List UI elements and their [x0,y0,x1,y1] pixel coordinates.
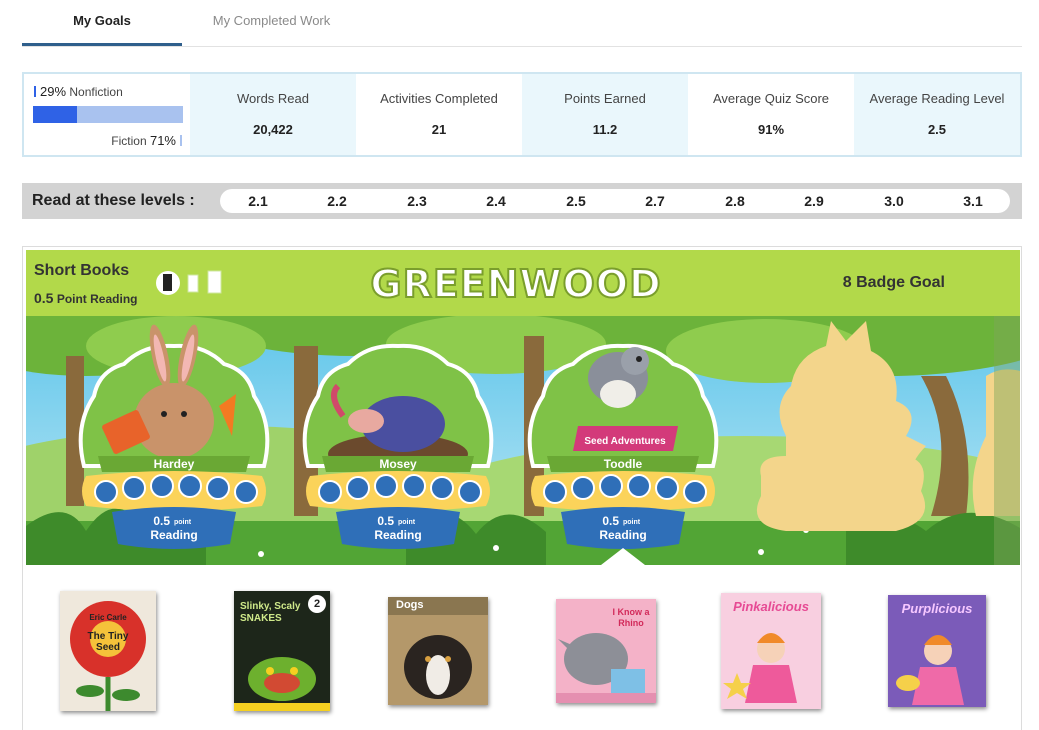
level-badge: 2 [308,595,326,613]
level-item: 2.5 [566,193,586,209]
badge-panel: Short Books 0.5 Point Reading GREENWOOD … [22,246,1022,730]
badge-points-unit: point [398,519,416,526]
tab-my-goals[interactable]: My Goals [22,0,182,46]
book-title: Purplicious [901,601,973,616]
stat-label: Average Quiz Score [712,91,830,106]
level-item: 2.4 [486,193,506,209]
book-purplicious[interactable]: Purplicious [888,595,986,707]
book-title: Dogs [396,599,424,611]
stat-label: Average Reading Level [869,91,1005,106]
stat-activities-completed: Activities Completed 21 [356,74,522,155]
badge-name: Mosey [379,457,417,471]
stat-label: Words Read [236,91,309,106]
panel-points: 0.5 Point Reading [34,290,138,306]
world-title: GREENWOOD GLEN [369,261,662,363]
fiction-label: Fiction 71% [111,133,182,148]
badge-name: Toodle [604,457,643,471]
book-cover-art [388,597,488,705]
reading-levels-title: Read at these levels : [32,192,195,209]
stat-value: 2.5 [927,122,947,137]
book-title: I Know a Rhino [612,607,650,628]
reading-levels-pill: 2.1 2.2 2.3 2.4 2.5 2.7 2.8 2.9 3.0 3.1 [220,189,1010,213]
stat-value: 91% [757,122,785,137]
stats-bar: 29% Nonfiction Fiction 71% Words Read 20… [22,72,1022,157]
badge-name: Hardey [154,457,195,471]
badge-points-unit: point [623,519,641,526]
stat-average-quiz-score: Average Quiz Score 91% [688,74,854,155]
reading-levels-bar: Read at these levels : 2.1 2.2 2.3 2.4 2… [22,183,1022,219]
stat-value: 11.2 [592,122,618,137]
genre-ratio: 29% Nonfiction Fiction 71% [24,74,190,155]
book-list: Eric Carle The Tiny Seed Slinky, Scaly S… [26,567,1020,730]
scroll-right-handle[interactable] [994,316,1020,565]
badge-points: 0.5 [602,514,619,528]
book-slinky-scaly-snakes[interactable]: Slinky, Scaly SNAKES 2 [234,591,330,711]
badge-points-unit: point [174,519,192,526]
nonfiction-label: 29% Nonfiction [34,84,123,99]
book-dogs[interactable]: Dogs [388,597,488,705]
tab-my-completed-work[interactable]: My Completed Work [194,0,349,46]
badge-goal: 8 Badge Goal [842,274,945,291]
badge-book-title: Seed Adventures [584,436,666,447]
panel-title: Short Books [34,262,130,279]
stat-points-earned: Points Earned 11.2 [522,74,688,155]
badge-kind: Reading [599,528,646,542]
book-title: Pinkalicious [733,599,809,614]
level-item: 2.3 [407,193,427,209]
badge-kind: Reading [374,528,421,542]
genre-ratio-bar [33,106,183,123]
stat-label: Activities Completed [380,91,498,106]
tab-bar: My Goals My Completed Work [22,0,1022,47]
level-item: 2.1 [248,193,268,209]
stat-label: Points Earned [564,91,646,106]
level-item: 2.9 [804,193,824,209]
level-item: 2.2 [327,193,347,209]
level-item: 2.8 [725,193,745,209]
badge-panel-header: Short Books 0.5 Point Reading GREENWOOD … [26,250,1020,363]
nonfiction-fill [33,106,77,123]
book-author: Eric Carle [89,613,127,622]
badge-scene: Hardey 0.5 point Reading Mosey 0.5 point… [26,316,1020,565]
stat-average-reading-level: Average Reading Level 2.5 [854,74,1020,155]
badge-points: 0.5 [377,514,394,528]
level-item: 3.0 [884,193,904,209]
stat-value: 20,422 [253,122,293,137]
level-item: 3.1 [963,193,983,209]
book-tiny-seed[interactable]: Eric Carle The Tiny Seed [60,591,156,711]
badge-points: 0.5 [153,514,170,528]
book-i-know-a-rhino[interactable]: I Know a Rhino [556,599,656,703]
book-pinkalicious[interactable]: Pinkalicious [721,593,821,709]
stat-value: 21 [431,122,447,137]
stat-words-read: Words Read 20,422 [190,74,356,155]
badge-kind: Reading [150,528,197,542]
book-title: The Tiny Seed [87,631,129,653]
level-item: 2.7 [645,193,665,209]
book-length-icons[interactable] [156,268,231,298]
